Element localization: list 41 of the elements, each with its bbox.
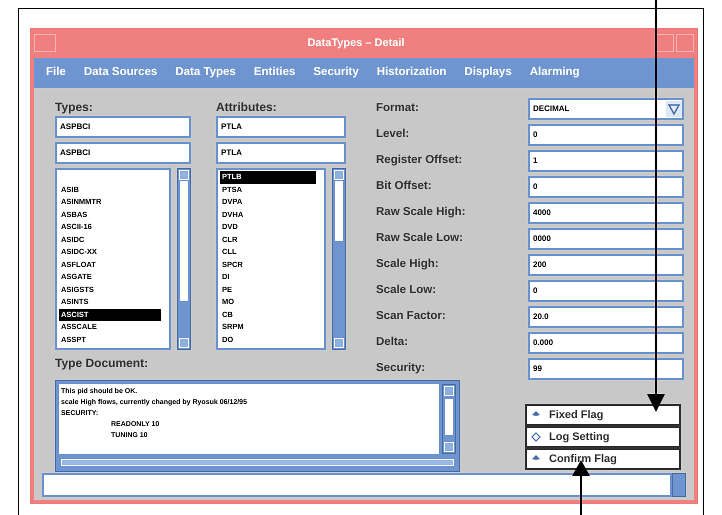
input-field[interactable]: 99 <box>528 358 684 380</box>
filter-field[interactable]: ASPBCI <box>55 116 191 138</box>
field-label: Register Offset: <box>376 153 464 168</box>
selection-field[interactable]: PTLA <box>216 142 346 164</box>
toggle-button[interactable]: Confirm Flag <box>525 448 681 470</box>
input-field[interactable]: 1 <box>528 150 684 172</box>
input-field[interactable]: 0000 <box>528 228 684 250</box>
filter-field[interactable]: PTLA <box>216 116 346 138</box>
selection-field[interactable]: ASPBCI <box>55 142 191 164</box>
dropdown-arrow-icon[interactable] <box>666 101 682 117</box>
toggle-button[interactable]: Fixed Flag <box>525 404 681 426</box>
section-label: Type Document: <box>55 355 150 372</box>
field-label: Raw Scale High: <box>376 205 466 220</box>
dropdown-value: DECIMAL <box>533 103 570 115</box>
field-label: Scale Low: <box>376 283 438 298</box>
format-dropdown[interactable]: DECIMAL <box>528 98 684 120</box>
input-field[interactable]: 20.0 <box>528 306 684 328</box>
field-label: Scan Factor: <box>376 309 447 324</box>
input-field[interactable]: 0 <box>528 124 684 146</box>
field-label: Scale High: <box>376 257 440 272</box>
field-label: Raw Scale Low: <box>376 231 464 246</box>
input-field[interactable]: 0 <box>528 176 684 198</box>
input-field[interactable] <box>42 473 672 497</box>
input-field[interactable]: 0 <box>528 280 684 302</box>
section-label: Attributes: <box>216 99 278 116</box>
window-title: DataTypes – Detail <box>306 36 406 51</box>
field-label: Bit Offset: <box>376 179 433 194</box>
scrollbar[interactable] <box>442 384 456 454</box>
horizontal-scrollbar[interactable] <box>59 457 456 468</box>
input-field[interactable]: 200 <box>528 254 684 276</box>
field-label: Delta: <box>376 335 409 350</box>
field-label: Level: <box>376 127 410 142</box>
scrollbar[interactable] <box>332 168 346 350</box>
field-label: Format: <box>376 101 420 116</box>
field-label: Security: <box>376 361 426 376</box>
toggle-button[interactable]: Log Setting <box>525 426 681 448</box>
spin-button[interactable] <box>672 473 686 497</box>
input-field[interactable]: 4000 <box>528 202 684 224</box>
section-label: Types: <box>55 99 94 116</box>
input-field[interactable]: 0.000 <box>528 332 684 354</box>
scrollbar[interactable] <box>177 168 191 350</box>
